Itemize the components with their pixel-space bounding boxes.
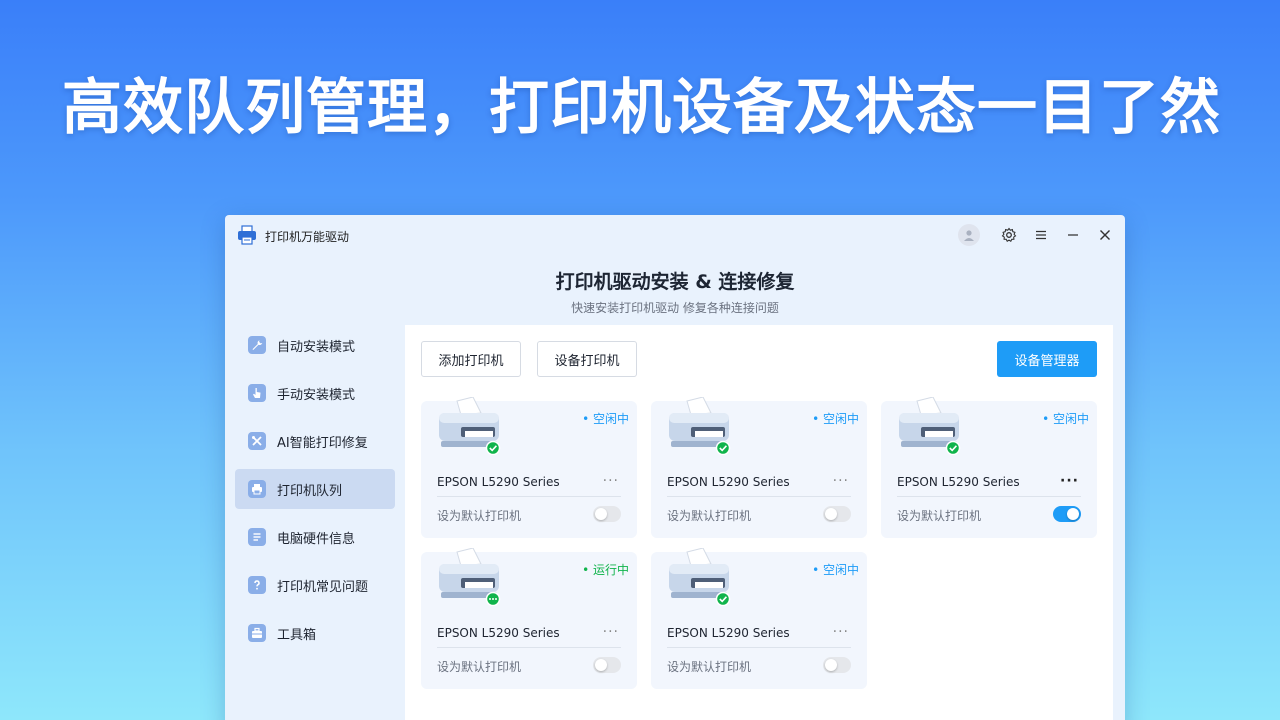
sidebar-item-ai-repair[interactable]: AI智能打印修复 [235, 421, 395, 461]
close-icon[interactable] [1094, 224, 1116, 246]
default-printer-toggle[interactable] [1053, 506, 1081, 522]
printer-card-2[interactable]: • 空闲中 EPSON L5290 Series ··· 设为默认打印机 [651, 396, 867, 538]
page-subtitle: 快速安装打印机驱动 修复各种连接问题 [571, 301, 779, 315]
minimize-icon[interactable] [1062, 224, 1084, 246]
toolbox-icon [248, 624, 266, 642]
printer-queue-panel: 添加打印机 设备打印机 设备管理器 • 空闲中 EPSON L5290 Seri… [405, 325, 1113, 720]
default-printer-toggle[interactable] [823, 506, 851, 522]
status-badge: • 空闲中 [812, 563, 859, 577]
menu-icon[interactable] [1030, 224, 1052, 246]
divider [897, 496, 1081, 497]
busy-dot [495, 598, 497, 600]
printer-logo-icon [237, 225, 257, 245]
status-badge: • 空闲中 [1042, 412, 1089, 426]
status-badge: • 空闲中 [582, 412, 629, 426]
printer-card-4[interactable]: • 运行中 EPSON L5290 Series ··· 设为默认打印机 [421, 547, 637, 689]
sidebar-item-manual-install[interactable]: 手动安装模式 [235, 373, 395, 413]
more-options-icon[interactable]: ··· [833, 624, 849, 640]
sidebar-item-label: 手动安装模式 [277, 387, 356, 403]
sidebar-item-hardware-info[interactable]: 电脑硬件信息 [235, 517, 395, 557]
default-printer-toggle[interactable] [593, 657, 621, 673]
app-window: 打印机万能驱动 打印机驱动安装 & 连接修复 快速安装打印机驱动 修复各种连接问… [225, 215, 1125, 720]
printer-image-icon [895, 396, 965, 456]
divider [667, 496, 851, 497]
printer-image-icon [665, 547, 735, 607]
sidebar-item-label: 打印机常见问题 [277, 579, 369, 595]
printer-name: EPSON L5290 Series [667, 475, 790, 489]
printer-card-5[interactable]: • 空闲中 EPSON L5290 Series ··· 设为默认打印机 [651, 547, 867, 689]
toggle-knob [825, 659, 837, 671]
device-manager-button[interactable]: 设备管理器 [997, 341, 1097, 377]
sidebar-item-auto-install[interactable]: 自动安装模式 [235, 325, 395, 365]
avatar-icon[interactable] [958, 224, 980, 246]
set-default-label: 设为默认打印机 [897, 509, 982, 523]
wrench-icon [248, 336, 266, 354]
more-options-icon[interactable]: ··· [1060, 473, 1079, 489]
printer-image-icon [435, 396, 505, 456]
busy-dot [489, 598, 491, 600]
divider [437, 647, 621, 648]
printer-image-icon [435, 547, 505, 607]
sidebar-item-toolbox[interactable]: 工具箱 [235, 613, 395, 653]
default-printer-toggle[interactable] [823, 657, 851, 673]
tools-icon [248, 432, 266, 450]
more-options-icon[interactable]: ··· [833, 473, 849, 489]
sidebar-item-faq[interactable]: 打印机常见问题 [235, 565, 395, 605]
add-printer-button[interactable]: 添加打印机 [421, 341, 521, 377]
busy-dot [492, 598, 494, 600]
sidebar: 自动安装模式 手动安装模式 AI智能打印修复 打印机队列 电脑硬件信息 打印机常… [235, 325, 395, 661]
document-icon [248, 528, 266, 546]
set-default-label: 设为默认打印机 [437, 660, 522, 674]
toggle-knob [595, 508, 607, 520]
device-printer-button[interactable]: 设备打印机 [537, 341, 637, 377]
set-default-label: 设为默认打印机 [667, 660, 752, 674]
toggle-knob [595, 659, 607, 671]
divider [437, 496, 621, 497]
hand-pointer-icon [248, 384, 266, 402]
set-default-label: 设为默认打印机 [667, 509, 752, 523]
sidebar-item-label: 打印机队列 [277, 483, 343, 499]
divider [667, 647, 851, 648]
question-icon [248, 576, 266, 594]
ok-badge-icon [945, 440, 961, 456]
toggle-knob [1067, 508, 1079, 520]
ok-badge-icon [715, 591, 731, 607]
ok-badge-icon [485, 440, 501, 456]
default-printer-toggle[interactable] [593, 506, 621, 522]
more-options-icon[interactable]: ··· [603, 624, 619, 640]
printer-card-3[interactable]: • 空闲中 EPSON L5290 Series ··· 设为默认打印机 [881, 396, 1097, 538]
status-badge: • 运行中 [582, 563, 629, 577]
page-title: 打印机驱动安装 & 连接修复 [555, 271, 795, 293]
sidebar-item-label: 自动安装模式 [277, 339, 356, 355]
more-options-icon[interactable]: ··· [603, 473, 619, 489]
sidebar-item-label: 电脑硬件信息 [277, 531, 356, 547]
printer-name: EPSON L5290 Series [897, 475, 1020, 489]
app-title: 打印机万能驱动 [265, 230, 350, 244]
printer-image-icon [665, 396, 735, 456]
printer-card-1[interactable]: • 空闲中 EPSON L5290 Series ··· 设为默认打印机 [421, 396, 637, 538]
printer-name: EPSON L5290 Series [667, 626, 790, 640]
toggle-knob [825, 508, 837, 520]
printer-name: EPSON L5290 Series [437, 475, 560, 489]
sidebar-item-label: AI智能打印修复 [277, 435, 368, 451]
sidebar-item-label: 工具箱 [277, 627, 317, 643]
title-bar: 打印机万能驱动 [225, 215, 1125, 255]
ok-badge-icon [715, 440, 731, 456]
sidebar-item-printer-queue[interactable]: 打印机队列 [235, 469, 395, 509]
gear-icon[interactable] [998, 224, 1020, 246]
headline: 高效队列管理，打印机设备及状态一目了然 [62, 73, 1221, 143]
printer-name: EPSON L5290 Series [437, 626, 560, 640]
set-default-label: 设为默认打印机 [437, 509, 522, 523]
status-badge: • 空闲中 [812, 412, 859, 426]
printer-icon [248, 480, 266, 498]
